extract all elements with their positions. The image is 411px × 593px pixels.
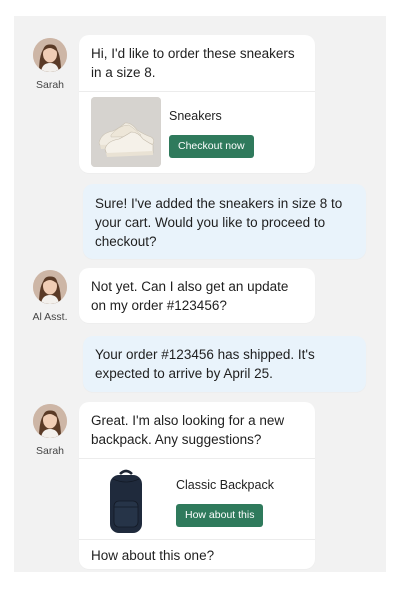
sneakers-icon bbox=[91, 97, 161, 167]
product-name: Classic Backpack bbox=[176, 477, 274, 492]
message-bubble: Hi, I'd like to order these sneakers in … bbox=[79, 35, 315, 173]
product-name: Sneakers bbox=[169, 108, 222, 123]
message-text: Great. I'm also looking for a new backpa… bbox=[91, 413, 285, 447]
message-bubble: Not yet. Can I also get an update on my … bbox=[79, 268, 315, 323]
sneakers-image bbox=[91, 97, 161, 167]
avatar-sarah bbox=[33, 404, 67, 438]
avatar-sarah bbox=[33, 38, 67, 72]
product-card: Classic Backpack How about this bbox=[79, 459, 315, 539]
message-bubble-assistant: Your order #123456 has shipped. It's exp… bbox=[83, 336, 366, 392]
sender-name: Sarah bbox=[35, 445, 65, 457]
message-text: Hi, I'd like to order these sneakers in … bbox=[91, 46, 295, 80]
user-avatar-icon bbox=[33, 38, 67, 72]
message-text: Your order #123456 has shipped. It's exp… bbox=[95, 347, 315, 381]
user-avatar-icon bbox=[33, 404, 67, 438]
message-bubble: Great. I'm also looking for a new backpa… bbox=[79, 402, 315, 569]
message-footer-text: How about this one? bbox=[91, 548, 215, 563]
avatar-assistant bbox=[33, 270, 67, 304]
sender-name: Al Asst. bbox=[32, 311, 68, 323]
message-text: Not yet. Can I also get an update on my … bbox=[91, 279, 289, 313]
assistant-avatar-icon bbox=[33, 270, 67, 304]
backpack-icon bbox=[110, 469, 142, 533]
sender-name: Sarah bbox=[35, 79, 65, 91]
message-bubble-assistant: Sure! I've added the sneakers in size 8 … bbox=[83, 184, 366, 259]
message-text: Sure! I've added the sneakers in size 8 … bbox=[95, 196, 343, 249]
product-card: Sneakers Checkout now bbox=[79, 92, 315, 167]
checkout-now-button[interactable]: Checkout now bbox=[169, 134, 254, 158]
backpack-image bbox=[91, 465, 161, 537]
how-about-this-button[interactable]: How about this bbox=[176, 503, 264, 527]
